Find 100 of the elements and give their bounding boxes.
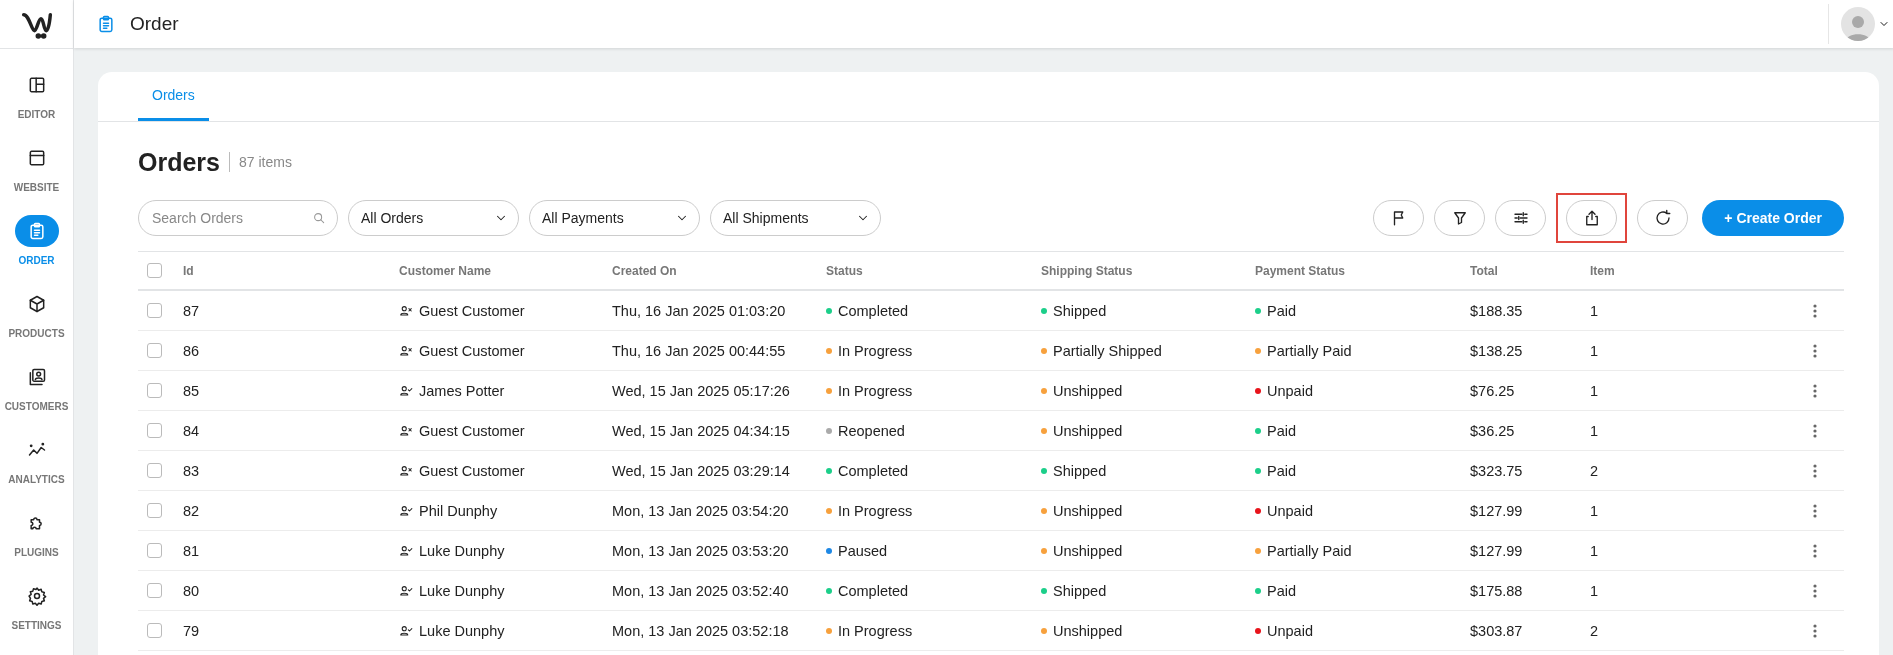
customer-name: Guest Customer — [419, 342, 525, 359]
checkbox[interactable] — [147, 383, 162, 398]
checkbox[interactable] — [147, 463, 162, 478]
sidebar-item[interactable]: PLUGINS — [0, 507, 73, 558]
status-label: Unshipped — [1053, 382, 1123, 399]
table-cell-text: Wed, 15 Jan 2025 03:29:14 — [612, 462, 791, 479]
tab[interactable]: Orders — [138, 72, 209, 121]
clipboard-icon — [96, 14, 116, 34]
table-cell-text: 87 — [183, 302, 201, 319]
status-label: In Progress — [838, 342, 913, 359]
status-label: Unshipped — [1053, 502, 1123, 519]
status-label: Shipped — [1053, 462, 1107, 479]
refresh-icon — [1653, 209, 1672, 227]
status-label: In Progress — [838, 382, 913, 399]
status-label: Paid — [1267, 582, 1297, 599]
sidebar-item[interactable]: CUSTOMERS — [0, 361, 73, 412]
filter-dropdown[interactable]: All Payments — [529, 200, 700, 236]
table-cell-text: 1 — [1590, 582, 1600, 599]
kebab-icon — [1813, 623, 1817, 638]
create-order-button[interactable]: + Create Order — [1702, 200, 1844, 236]
customer-name: Guest Customer — [419, 302, 525, 319]
flag-button[interactable] — [1373, 200, 1425, 236]
guest-user-icon — [399, 303, 413, 318]
table-cell-text: 83 — [183, 462, 201, 479]
checkbox[interactable] — [147, 623, 162, 638]
status-label: Partially Shipped — [1053, 342, 1162, 359]
table-cell-text: 80 — [183, 582, 201, 599]
kebab-icon — [1813, 583, 1817, 598]
checkbox[interactable] — [147, 423, 162, 438]
sliders-button[interactable] — [1495, 200, 1547, 236]
status-label: Unpaid — [1267, 382, 1313, 399]
table-cell-text: Mon, 13 Jan 2025 03:54:20 — [612, 502, 790, 519]
kebab-icon — [1813, 303, 1817, 318]
sidebar-item[interactable]: SETTINGS — [0, 580, 73, 631]
checkbox[interactable] — [147, 303, 162, 318]
checkbox[interactable] — [147, 543, 162, 558]
kebab-icon — [1813, 383, 1817, 398]
table-cell-text: $76.25 — [1470, 382, 1516, 399]
customer-name: Luke Dunphy — [419, 542, 505, 559]
status-label: Paid — [1267, 462, 1297, 479]
settings-icon — [26, 586, 47, 606]
filter-button[interactable] — [1434, 200, 1486, 236]
table-cell-text: Mon, 13 Jan 2025 03:52:18 — [612, 622, 790, 639]
column-header: Status — [826, 263, 864, 278]
sliders-icon — [1511, 209, 1530, 227]
sidebar-item[interactable]: ORDER — [0, 215, 73, 266]
customer-name: Guest Customer — [419, 422, 525, 439]
table-cell-text: Thu, 16 Jan 2025 00:44:55 — [612, 342, 787, 359]
column-header: Item — [1590, 263, 1616, 278]
table-cell-text: $188.35 — [1470, 302, 1524, 319]
sidebar-item[interactable]: PRODUCTS — [0, 288, 73, 339]
export-button[interactable] — [1566, 200, 1618, 236]
kebab-icon — [1813, 503, 1817, 518]
status-label: Completed — [838, 462, 909, 479]
search-field[interactable]: Search Orders — [138, 200, 338, 236]
filter-dropdown[interactable]: All Shipments — [710, 200, 881, 236]
user-check-icon — [399, 503, 413, 518]
table-cell-text: 84 — [183, 422, 201, 439]
table-cell-text: $323.75 — [1470, 462, 1524, 479]
guest-user-icon — [399, 343, 413, 358]
customer-name: Phil Dunphy — [419, 502, 498, 519]
status-label: Completed — [838, 582, 909, 599]
table-cell-text: 2 — [1590, 462, 1600, 479]
status-label: Paid — [1267, 422, 1297, 439]
table-cell-text: 82 — [183, 502, 201, 519]
user-check-icon — [399, 583, 413, 598]
table-cell-text: Mon, 13 Jan 2025 03:52:40 — [612, 582, 790, 599]
table-cell-text: 1 — [1590, 382, 1600, 399]
status-label: In Progress — [838, 622, 913, 639]
table-cell-text: $303.87 — [1470, 622, 1524, 639]
checkbox[interactable] — [147, 503, 162, 518]
status-label: Unshipped — [1053, 422, 1123, 439]
user-check-icon — [399, 623, 413, 638]
table-cell-text: 1 — [1590, 342, 1600, 359]
checkbox[interactable] — [147, 583, 162, 598]
table-cell-text: $36.25 — [1470, 422, 1516, 439]
kebab-icon — [1813, 423, 1817, 438]
status-label: Unshipped — [1053, 542, 1123, 559]
status-label: Partially Paid — [1267, 342, 1352, 359]
table-cell-text: $175.88 — [1470, 582, 1524, 599]
sidebar-item[interactable]: ANALYTICS — [0, 434, 73, 485]
table-cell-text: Mon, 13 Jan 2025 03:53:20 — [612, 542, 790, 559]
status-label: In Progress — [838, 502, 913, 519]
status-label: Shipped — [1053, 582, 1107, 599]
checkbox[interactable] — [147, 343, 162, 358]
customer-name: Guest Customer — [419, 462, 525, 479]
user-check-icon — [399, 543, 413, 558]
column-header: Created On — [612, 263, 678, 278]
guest-user-icon — [399, 423, 413, 438]
refresh-button[interactable] — [1637, 200, 1689, 236]
guest-user-icon — [399, 463, 413, 478]
filter-dropdown[interactable]: All Orders — [348, 200, 519, 236]
avatar-icon — [1841, 7, 1875, 41]
table-cell-text: 81 — [183, 542, 201, 559]
sidebar-item[interactable]: EDITOR — [0, 69, 73, 120]
table-cell-text: Thu, 16 Jan 2025 01:03:20 — [612, 302, 787, 319]
status-label: Unpaid — [1267, 622, 1313, 639]
table-cell-text: 1 — [1590, 542, 1600, 559]
checkbox[interactable] — [147, 263, 162, 278]
sidebar-item[interactable]: WEBSITE — [0, 142, 73, 193]
